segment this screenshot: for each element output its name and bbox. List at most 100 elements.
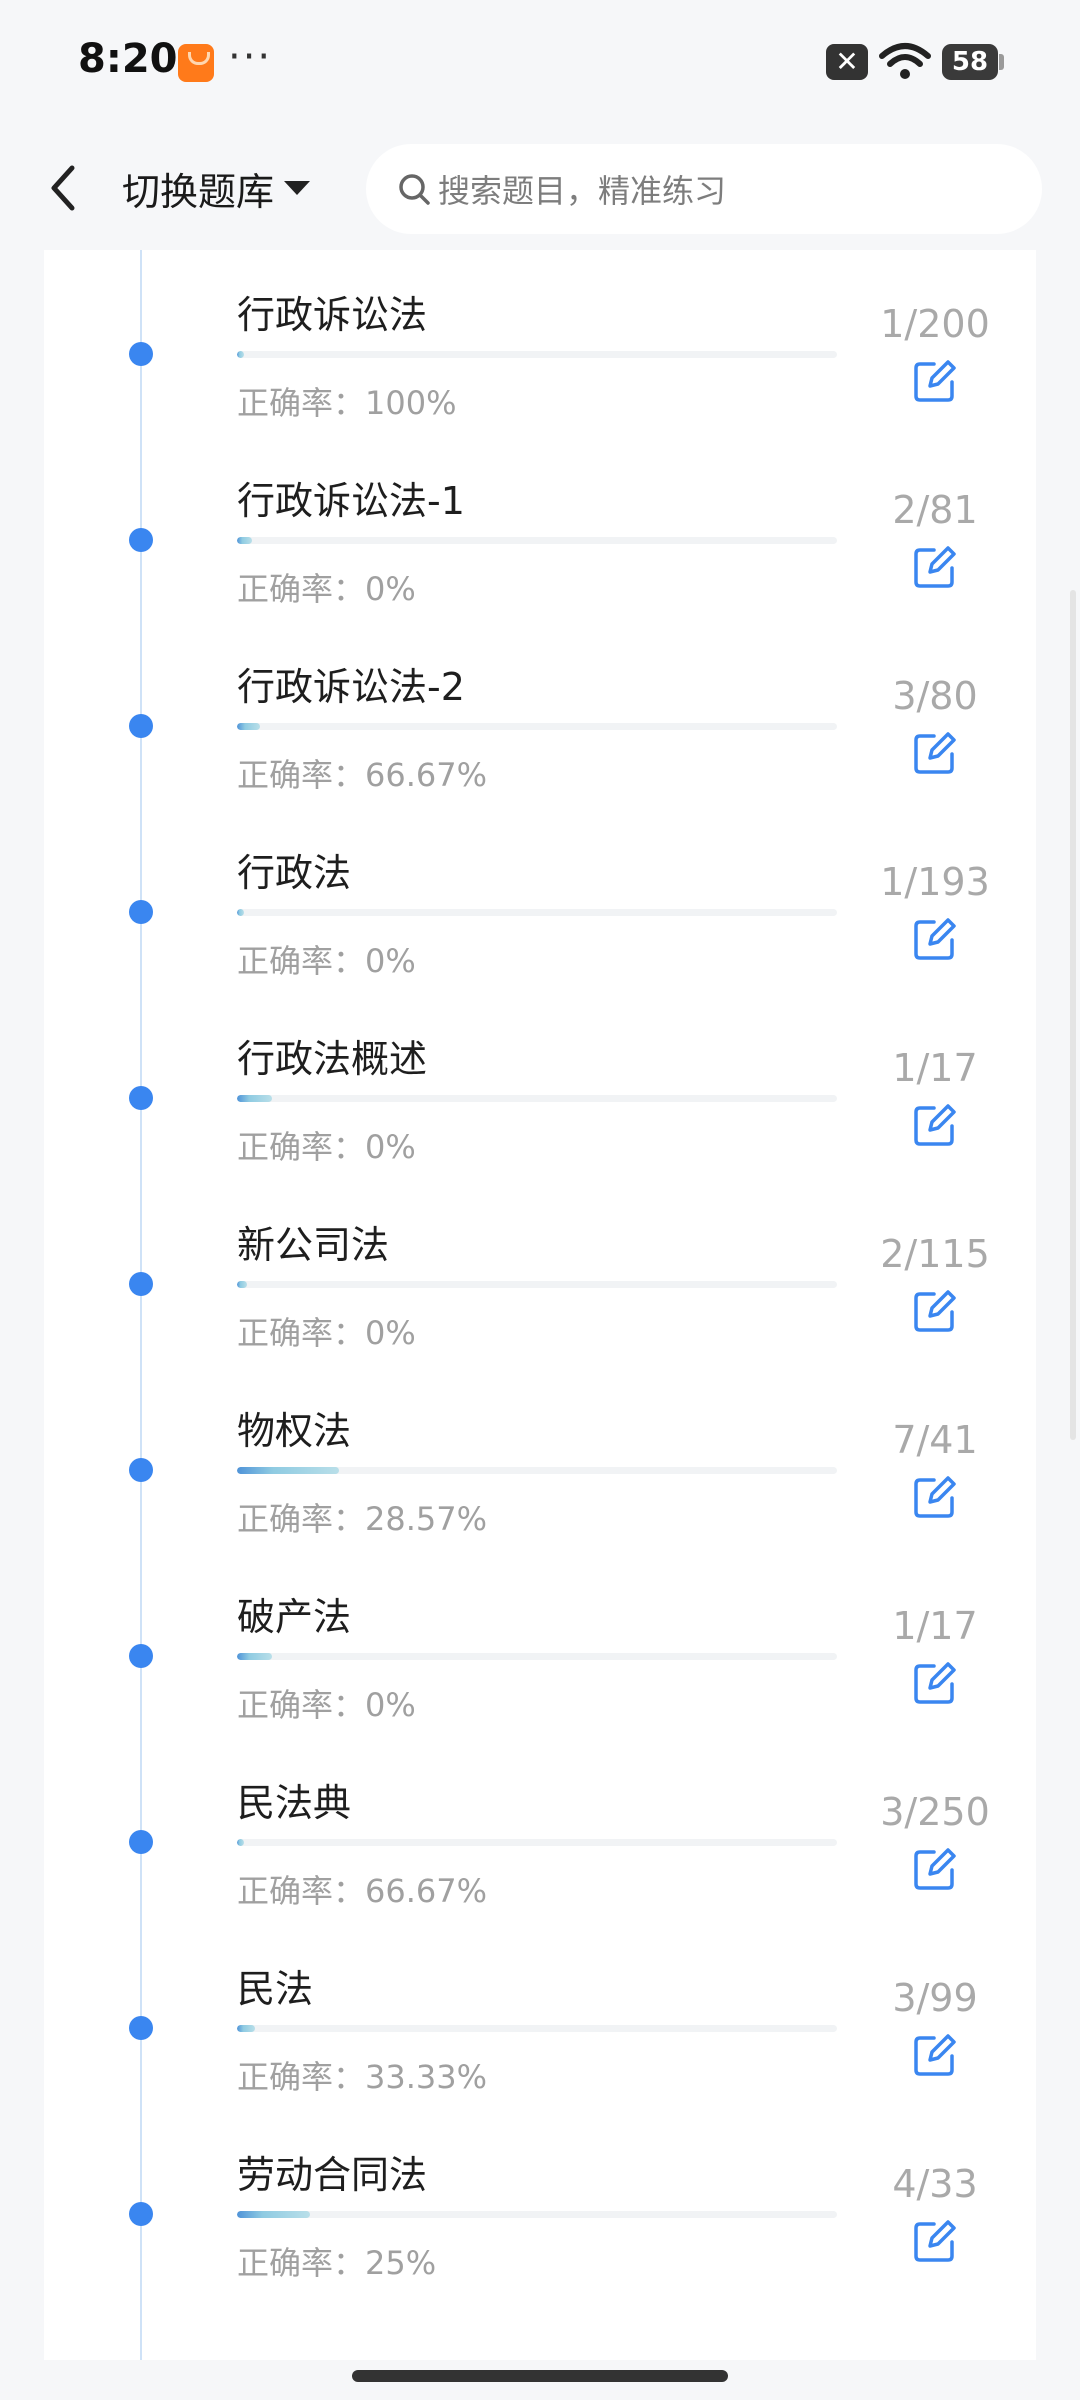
progress-bar: [237, 1281, 837, 1288]
item-title: 新公司法: [237, 1223, 390, 1267]
progress-count: 3/250: [880, 1790, 990, 1834]
progress-count: 1/200: [880, 302, 990, 346]
accuracy-text: 正确率：0%: [237, 1686, 416, 1724]
progress-count: 4/33: [892, 2162, 978, 2206]
progress-count: 1/17: [892, 1604, 978, 1648]
list-item[interactable]: 物权法正确率：28.57% 7/41: [0, 1366, 1080, 1556]
progress-count: 1/193: [880, 860, 990, 904]
edit-icon[interactable]: [912, 358, 958, 404]
switch-question-bank-button[interactable]: 切换题库: [122, 160, 311, 216]
accuracy-text: 正确率：66.67%: [237, 1872, 488, 1910]
timeline-dot: [129, 1086, 153, 1110]
progress-fill: [237, 909, 245, 916]
accuracy-text: 正确率：66.67%: [237, 756, 488, 794]
item-title: 行政诉讼法-2: [237, 665, 465, 709]
progress-fill: [237, 2211, 310, 2218]
edit-icon[interactable]: [912, 1846, 958, 1892]
list-item[interactable]: 行政诉讼法正确率：100% 1/200: [0, 250, 1080, 440]
accuracy-text: 正确率：0%: [237, 942, 416, 980]
timeline-dot: [129, 528, 153, 552]
list-item[interactable]: 民法正确率：33.33% 3/99: [0, 1924, 1080, 2114]
progress-count: 2/115: [880, 1232, 990, 1276]
switch-question-bank-label: 切换题库: [122, 169, 275, 214]
list-item[interactable]: 行政法正确率：0% 1/193: [0, 808, 1080, 998]
list-item[interactable]: 行政诉讼法-2 正确率：66.67% 3/80: [0, 622, 1080, 812]
item-title: 行政诉讼法: [237, 293, 428, 337]
list-item[interactable]: 破产法正确率：0% 1/17: [0, 1552, 1080, 1742]
edit-icon[interactable]: [912, 1474, 958, 1520]
list-item[interactable]: 行政诉讼法-1 正确率：0% 2/81: [0, 436, 1080, 626]
more-notifications-icon: ···: [228, 34, 273, 80]
item-title: 行政法概述: [237, 1037, 428, 1081]
progress-count: 7/41: [892, 1418, 978, 1462]
progress-fill: [237, 1839, 245, 1846]
item-title: 民法典: [237, 1781, 352, 1825]
edit-icon[interactable]: [912, 730, 958, 776]
timeline-dot: [129, 1272, 153, 1296]
list-item[interactable]: 劳动合同法正确率：25% 4/33: [0, 2110, 1080, 2300]
progress-count: 3/80: [892, 674, 978, 718]
battery-icon: 58: [942, 44, 1004, 80]
edit-icon[interactable]: [912, 2032, 958, 2078]
accuracy-text: 正确率：0%: [237, 1314, 416, 1352]
item-title: 行政诉讼法-1: [237, 479, 465, 523]
timeline-dot: [129, 900, 153, 924]
timeline-dot: [129, 342, 153, 366]
timeline-dot: [129, 1830, 153, 1854]
progress-bar: [237, 1839, 837, 1846]
progress-fill: [237, 1467, 340, 1474]
item-title: 民法: [237, 1967, 314, 2011]
accuracy-text: 正确率：33.33%: [237, 2058, 488, 2096]
progress-bar: [237, 351, 837, 358]
home-indicator[interactable]: [352, 2370, 728, 2382]
progress-count: 3/99: [892, 1976, 978, 2020]
wifi-icon: [879, 43, 931, 79]
progress-count: 1/17: [892, 1046, 978, 1090]
timeline-dot: [129, 1644, 153, 1668]
progress-bar: [237, 1467, 837, 1474]
accuracy-text: 正确率：100%: [237, 384, 457, 422]
progress-bar: [237, 1653, 837, 1660]
list-item[interactable]: 新公司法正确率：0% 2/115: [0, 1180, 1080, 1370]
timeline-dot: [129, 1458, 153, 1482]
status-time: 8:20: [78, 36, 178, 82]
accuracy-text: 正确率：0%: [237, 1128, 416, 1166]
edit-icon[interactable]: [912, 544, 958, 590]
progress-fill: [237, 1095, 273, 1102]
progress-bar: [237, 537, 837, 544]
progress-bar: [237, 1095, 837, 1102]
progress-bar: [237, 909, 837, 916]
edit-icon[interactable]: [912, 1288, 958, 1334]
close-notification-icon: ✕: [826, 44, 868, 80]
header: 切换题库 搜索题目，精准练习: [0, 126, 1080, 250]
timeline-dot: [129, 714, 153, 738]
back-button[interactable]: [40, 156, 90, 220]
edit-icon[interactable]: [912, 1102, 958, 1148]
progress-fill: [237, 1281, 248, 1288]
accuracy-text: 正确率：0%: [237, 570, 416, 608]
timeline-dot: [129, 2016, 153, 2040]
item-title: 物权法: [237, 1409, 352, 1453]
accuracy-text: 正确率：25%: [237, 2244, 437, 2282]
search-input[interactable]: 搜索题目，精准练习: [366, 144, 1042, 234]
search-icon: [399, 174, 430, 205]
progress-bar: [237, 2211, 837, 2218]
progress-fill: [237, 537, 252, 544]
progress-bar: [237, 2025, 837, 2032]
item-title: 行政法: [237, 851, 352, 895]
progress-fill: [237, 2025, 256, 2032]
accuracy-text: 正确率：28.57%: [237, 1500, 488, 1538]
timeline-dot: [129, 2202, 153, 2226]
edit-icon[interactable]: [912, 916, 958, 962]
list-item[interactable]: 行政法概述正确率：0% 1/17: [0, 994, 1080, 1184]
progress-fill: [237, 1653, 273, 1660]
progress-fill: [237, 723, 260, 730]
edit-icon[interactable]: [912, 2218, 958, 2264]
item-title: 劳动合同法: [237, 2153, 428, 2197]
item-title: 破产法: [237, 1595, 352, 1639]
progress-bar: [237, 723, 837, 730]
search-placeholder: 搜索题目，精准练习: [438, 172, 727, 210]
list-item[interactable]: 民法典正确率：66.67% 3/250: [0, 1738, 1080, 1928]
status-bar: 8:20 ··· ✕ 58: [0, 0, 1080, 126]
edit-icon[interactable]: [912, 1660, 958, 1706]
